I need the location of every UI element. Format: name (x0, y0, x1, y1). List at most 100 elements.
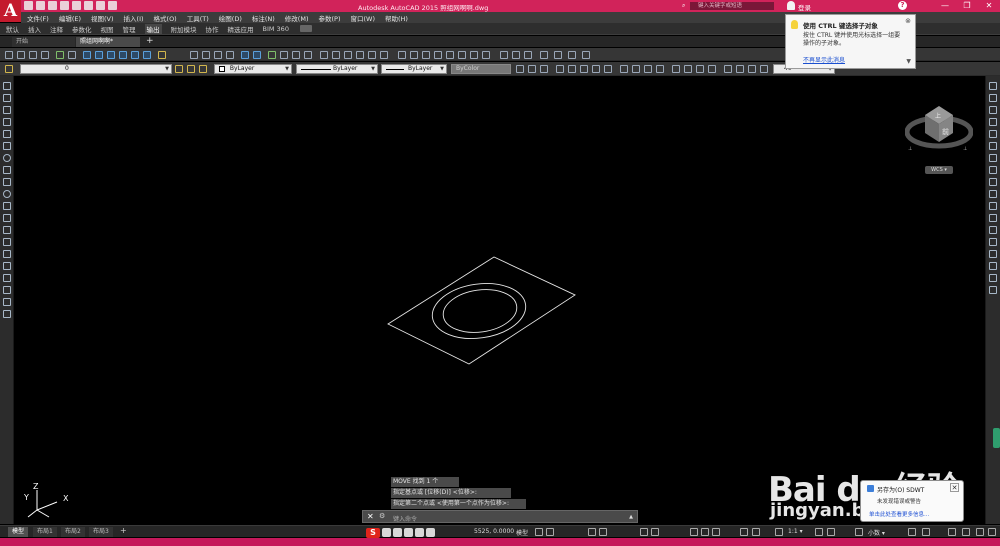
undo-icon[interactable] (84, 1, 93, 10)
layer-state-icon[interactable] (5, 65, 13, 73)
isodraft-icon[interactable] (640, 528, 648, 536)
snap-none-icon[interactable] (470, 51, 478, 59)
clean-screen-icon[interactable] (976, 528, 984, 536)
snap-insert-icon[interactable] (434, 51, 442, 59)
lineweight-combo[interactable]: ByLayer ▼ (381, 64, 447, 74)
snap-tracking-icon[interactable] (512, 51, 520, 59)
explode-icon[interactable] (989, 286, 997, 294)
ellipse-arc-icon[interactable] (3, 202, 11, 210)
tab-view[interactable]: 视图 (101, 24, 114, 34)
tab-manage[interactable]: 管理 (123, 24, 136, 34)
dim-override-icon[interactable] (736, 65, 744, 73)
snap-settings-icon[interactable] (482, 51, 490, 59)
hatch-icon[interactable] (268, 51, 276, 59)
snap-intersection-icon[interactable] (344, 51, 352, 59)
new-tab-plus-icon[interactable]: + (146, 36, 156, 46)
menu-format[interactable]: 格式(O) (154, 13, 177, 23)
linetype-combo[interactable]: ByLayer ▼ (296, 64, 378, 74)
polyline-icon[interactable] (3, 106, 11, 114)
sogou-ime-icon[interactable]: S (366, 528, 380, 538)
tool-palette-icon[interactable] (107, 51, 115, 59)
hatch-icon[interactable] (3, 250, 11, 258)
mtext-icon[interactable] (304, 51, 312, 59)
close-button[interactable]: ✕ (978, 0, 1000, 12)
revcloud-icon[interactable] (3, 166, 11, 174)
sheet-set-icon[interactable] (119, 51, 127, 59)
pan-icon[interactable] (17, 51, 25, 59)
snap-parallel-icon[interactable] (422, 51, 430, 59)
construction-line-icon[interactable] (3, 94, 11, 102)
offset-icon[interactable] (989, 118, 997, 126)
lock-ui-icon[interactable] (922, 528, 930, 536)
save-icon[interactable] (48, 1, 57, 10)
snap-extra2-icon[interactable] (554, 51, 562, 59)
stretch-icon[interactable] (989, 178, 997, 186)
menu-modify[interactable]: 修改(M) (285, 13, 309, 23)
snap-quadrant-icon[interactable] (380, 51, 388, 59)
menu-view[interactable]: 视图(V) (91, 13, 114, 23)
spline-icon[interactable] (3, 178, 11, 186)
login-link[interactable]: 登录 (798, 2, 811, 12)
tab-parametric[interactable]: 参数化 (72, 24, 92, 34)
ellipse-icon[interactable] (3, 190, 11, 198)
snap-midpoint-icon[interactable] (332, 51, 340, 59)
tolerance-icon[interactable] (620, 65, 628, 73)
notification-dismiss-link[interactable]: 不再显示此消息 (803, 55, 845, 64)
break-at-point-icon[interactable] (989, 214, 997, 222)
units-icon[interactable] (855, 528, 863, 536)
layer-match-icon[interactable] (199, 65, 207, 73)
menu-edit[interactable]: 编辑(E) (59, 13, 81, 23)
snap-nearest-icon[interactable] (458, 51, 466, 59)
wcs-dropdown[interactable]: WCS ▾ (925, 166, 953, 174)
snap-extra-icon[interactable] (540, 51, 548, 59)
layout-tab-1[interactable]: 布局1 (33, 527, 57, 537)
tab-addins[interactable]: 附加模块 (171, 24, 197, 34)
close-icon[interactable]: ✕ (367, 512, 374, 521)
selection-cycle-icon[interactable] (740, 528, 748, 536)
command-line[interactable]: ✕ ⚙ 键入命令 ▲ (362, 510, 638, 523)
viewcube-top-face[interactable]: 上 (935, 112, 941, 120)
polygon-icon[interactable] (3, 118, 11, 126)
menu-draw[interactable]: 绘图(D) (219, 13, 242, 23)
insert-block-icon[interactable] (253, 51, 261, 59)
dim-update-icon[interactable] (696, 65, 704, 73)
command-input[interactable]: 键入命令 (393, 514, 417, 523)
zoom-icon[interactable] (29, 51, 37, 59)
menu-file[interactable]: 文件(F) (27, 13, 49, 23)
hardware-accel-icon[interactable] (962, 528, 970, 536)
properties-icon[interactable] (83, 51, 91, 59)
dim-text-edit-icon[interactable] (684, 65, 692, 73)
open-icon[interactable] (36, 1, 45, 10)
tab-collaborate[interactable]: 协作 (206, 24, 219, 34)
ime-keyboard-icon[interactable] (415, 528, 424, 537)
menu-insert[interactable]: 插入(I) (124, 13, 144, 23)
snap-clear-icon[interactable] (500, 51, 508, 59)
snap-node-icon[interactable] (446, 51, 454, 59)
menu-window[interactable]: 窗口(W) (350, 13, 375, 23)
color-combo[interactable]: ByLayer ▼ (214, 64, 292, 74)
add-layout-icon[interactable]: + (120, 526, 127, 535)
layout-tab-2[interactable]: 布局2 (61, 527, 85, 537)
layer-previous-icon[interactable] (187, 65, 195, 73)
line-icon[interactable] (3, 82, 11, 90)
minimize-button[interactable]: — (934, 0, 956, 12)
annotation-scale-icon[interactable] (775, 528, 783, 536)
help-icon[interactable]: ? (898, 1, 907, 10)
viewcube[interactable]: 上 前 ⊥ ⊥ (905, 100, 973, 160)
snap-extension-icon[interactable] (356, 51, 364, 59)
lineweight-icon[interactable] (701, 528, 709, 536)
ribbon-minimize-icon[interactable] (299, 25, 312, 32)
ime-mic-icon[interactable] (404, 528, 413, 537)
tab-bim360[interactable]: BIM 360 (263, 25, 289, 33)
move-icon[interactable] (989, 142, 997, 150)
grid-icon[interactable] (535, 528, 543, 536)
ime-punct-icon[interactable] (393, 528, 402, 537)
layout-tab-model[interactable]: 模型 (8, 527, 29, 537)
panel-handle[interactable] (993, 428, 1000, 448)
layer-combo[interactable]: 0 ▼ (20, 64, 172, 74)
menu-help[interactable]: 帮助(H) (385, 13, 408, 23)
dim-oblique-icon[interactable] (760, 65, 768, 73)
menu-tools[interactable]: 工具(T) (187, 13, 209, 23)
dim-arc-icon[interactable] (214, 51, 222, 59)
orbit-icon[interactable] (68, 51, 76, 59)
